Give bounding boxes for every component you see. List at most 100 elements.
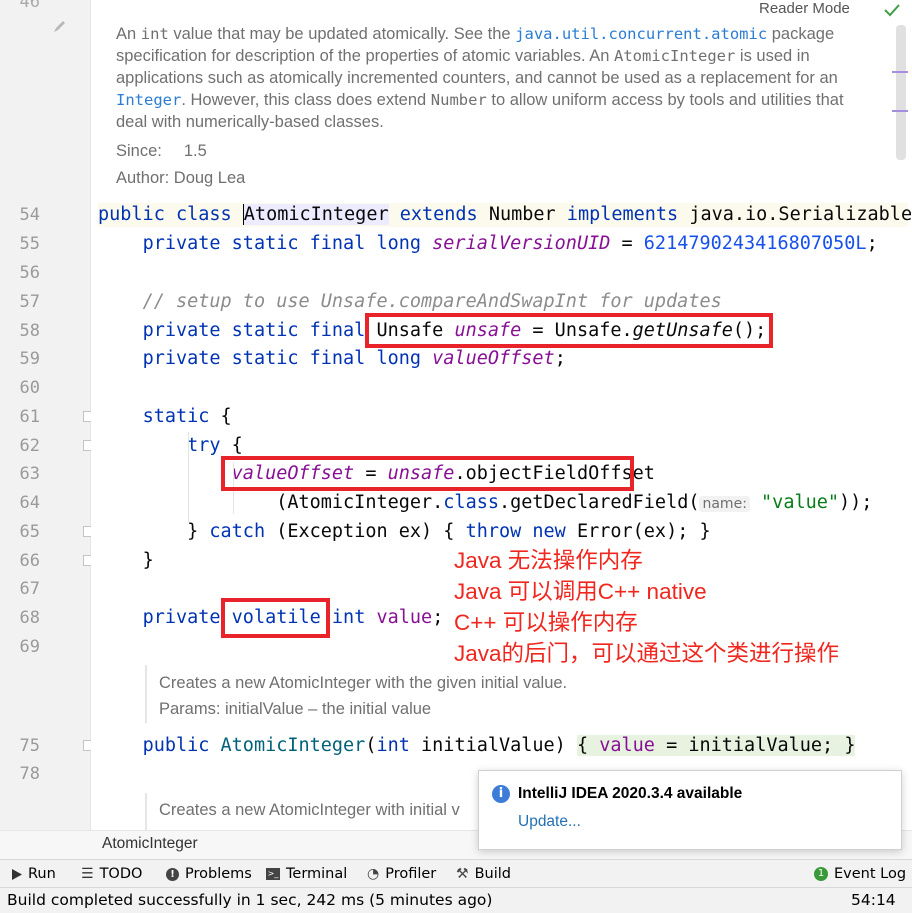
- keyword: public: [142, 735, 221, 756]
- edit-pencil-icon[interactable]: [52, 18, 68, 38]
- line-number: 63: [19, 464, 40, 484]
- code-text: Error(ex); }: [565, 521, 711, 542]
- line-number: 69: [19, 637, 40, 657]
- doc-link[interactable]: java.util.concurrent.atomic: [515, 25, 767, 43]
- string-literal: "value": [761, 492, 840, 513]
- punct: ;: [554, 348, 566, 369]
- doc-line: Params: initialValue – the initial value: [159, 700, 432, 718]
- parameter-hint: name:: [699, 496, 750, 512]
- doc-bar: [145, 665, 147, 723]
- event-log-tab[interactable]: 1 Event Log: [814, 866, 906, 882]
- run-icon: [12, 868, 22, 880]
- problems-tab[interactable]: ! Problems: [166, 866, 252, 882]
- breadcrumb[interactable]: AtomicInteger: [102, 835, 198, 853]
- keyword: catch: [209, 521, 266, 542]
- highlight-box: [221, 456, 634, 491]
- doc-text: . However, this class does extend: [181, 91, 431, 109]
- doc-line: Creates a new AtomicInteger with initial…: [159, 801, 460, 819]
- doc-code: AtomicInteger: [614, 47, 736, 65]
- punct: {: [576, 735, 600, 756]
- info-icon: i: [492, 785, 510, 803]
- folded-body[interactable]: { value = initialValue; }: [576, 735, 856, 756]
- line-number: 68: [19, 608, 40, 628]
- constructor-name[interactable]: AtomicInteger: [221, 735, 366, 756]
- keyword: private static final long: [142, 233, 433, 254]
- code-text: initialValue): [409, 735, 577, 756]
- code-text: (AtomicInteger.: [276, 492, 444, 513]
- terminal-icon: >_: [266, 868, 280, 880]
- doc-text: value that may be updated atomically. Se…: [168, 25, 516, 43]
- code-line-65[interactable]: } catch (Exception ex) { throw new Error…: [98, 520, 711, 544]
- punct: }: [844, 735, 856, 756]
- annotation-text: Java的后门，可以通过这个类进行操作: [454, 641, 840, 666]
- punct: {: [220, 435, 243, 456]
- reader-mode-button[interactable]: Reader Mode: [759, 0, 850, 17]
- highlight-box: [221, 598, 330, 638]
- type-name[interactable]: Number: [489, 204, 556, 225]
- keyword: private static final long: [142, 348, 433, 369]
- indent-guide: [188, 432, 189, 522]
- update-link[interactable]: Update...: [518, 813, 581, 831]
- inspection-ok-icon[interactable]: [884, 2, 900, 21]
- line-number: 78: [19, 764, 40, 784]
- type-name[interactable]: java.io.Serializable: [689, 204, 912, 225]
- run-tab[interactable]: Run: [12, 866, 56, 882]
- code-line-64[interactable]: (AtomicInteger.class.getDeclaredField(na…: [98, 491, 872, 516]
- build-tab[interactable]: ⚒ Build: [456, 866, 511, 882]
- code-text: = initialValue;: [654, 735, 845, 756]
- profiler-label: Profiler: [385, 866, 437, 882]
- doc-code: int: [140, 25, 169, 43]
- code-line-75[interactable]: public AtomicInteger(int initialValue) {…: [98, 734, 856, 758]
- doc-line: specification for description of the pro…: [116, 45, 844, 67]
- punct: }: [142, 550, 154, 571]
- punct: ;: [866, 233, 878, 254]
- doc-author: Author: Doug Lea: [116, 169, 246, 187]
- punct: (: [365, 735, 377, 756]
- highlight-box: [365, 313, 773, 348]
- status-message[interactable]: Build completed successfully in 1 sec, 2…: [7, 891, 492, 909]
- field-name[interactable]: valueOffset: [432, 348, 555, 369]
- code-line-57[interactable]: // setup to use Unsafe.compareAndSwapInt…: [98, 290, 722, 314]
- line-number: 65: [19, 522, 40, 542]
- code-line-54[interactable]: public class AtomicInteger extends Numbe…: [98, 203, 912, 227]
- doc-line: Creates a new AtomicInteger with the giv…: [159, 674, 568, 692]
- code-line-62[interactable]: try {: [98, 434, 243, 458]
- problems-label: Problems: [185, 866, 252, 882]
- doc-text: specification for description of the pro…: [116, 47, 615, 65]
- tool-window-bar: Run ☰ TODO ! Problems >_ Terminal ◔ Prof…: [0, 859, 912, 888]
- terminal-label: Terminal: [286, 866, 348, 882]
- javadoc-class: An int value that may be updated atomica…: [116, 23, 844, 189]
- caret-position[interactable]: 54:14: [851, 891, 896, 909]
- doc-link[interactable]: Integer: [116, 91, 181, 109]
- problems-icon: !: [166, 867, 179, 881]
- field-name[interactable]: value: [376, 607, 432, 628]
- doc-line: applications such as atomically incremen…: [116, 69, 838, 87]
- code-line-59[interactable]: private static final long valueOffset;: [98, 347, 566, 371]
- event-log-badge-icon: 1: [814, 867, 828, 881]
- class-name[interactable]: AtomicInteger: [243, 204, 389, 225]
- keyword: public class: [98, 204, 243, 225]
- editor-gutter: 46 54 55 56 57 58 59 60 61 62 63 64 65 6…: [0, 0, 94, 830]
- field-name[interactable]: serialVersionUID: [432, 233, 610, 254]
- terminal-tab[interactable]: >_ Terminal: [266, 866, 347, 882]
- editor-scrollbar[interactable]: [896, 25, 906, 160]
- code-line-55[interactable]: private static final long serialVersionU…: [98, 232, 878, 256]
- hammer-icon: ⚒: [456, 866, 469, 882]
- line-number: 66: [19, 551, 40, 571]
- update-notification[interactable]: i IntelliJ IDEA 2020.3.4 available Updat…: [478, 770, 902, 850]
- code-text: (Exception ex) {: [265, 521, 466, 542]
- doc-since: Since: 1.5: [116, 140, 844, 162]
- code-line-66[interactable]: }: [98, 549, 154, 573]
- code-line-61[interactable]: static {: [98, 405, 232, 429]
- keyword: private: [142, 607, 232, 628]
- field-name[interactable]: value: [599, 735, 655, 756]
- punct: }: [187, 521, 210, 542]
- doc-line: Integer. However, this class does extend…: [116, 89, 844, 111]
- todo-tab[interactable]: ☰ TODO: [81, 866, 142, 882]
- line-number: 55: [19, 234, 40, 254]
- profiler-tab[interactable]: ◔ Profiler: [367, 866, 436, 882]
- line-number: 64: [19, 493, 40, 513]
- line-number: 75: [19, 736, 40, 756]
- doc-since-label: Since:: [116, 142, 162, 160]
- line-number: 59: [19, 349, 40, 369]
